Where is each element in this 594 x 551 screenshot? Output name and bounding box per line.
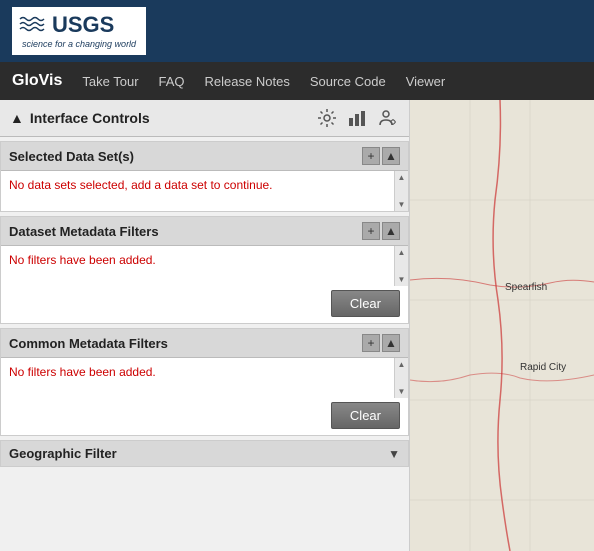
dataset-metadata-body: No filters have been added. ▲ ▼ [1, 246, 408, 286]
dataset-metadata-content: No filters have been added. [1, 246, 394, 286]
geographic-filter-title: Geographic Filter [9, 446, 117, 461]
collapse-arrow-icon: ▲ [10, 110, 24, 126]
common-metadata-body: No filters have been added. ▲ ▼ [1, 358, 408, 398]
nav-bar: GloVis Take Tour FAQ Release Notes Sourc… [0, 62, 594, 100]
common-metadata-header[interactable]: Common Metadata Filters + ▲ [1, 329, 408, 358]
common-metadata-title: Common Metadata Filters [9, 336, 168, 351]
nav-viewer[interactable]: Viewer [406, 74, 446, 89]
nav-take-tour[interactable]: Take Tour [82, 74, 138, 89]
selected-datasets-title: Selected Data Set(s) [9, 149, 134, 164]
no-datasets-message: No data sets selected, add a data set to… [9, 174, 273, 196]
usgs-tagline: science for a changing world [18, 39, 140, 51]
common-metadata-scrollbar[interactable]: ▲ ▼ [394, 358, 408, 398]
scroll-down-icon[interactable]: ▼ [398, 387, 406, 396]
nav-faq[interactable]: FAQ [159, 74, 185, 89]
common-metadata-controls: + ▲ [362, 334, 400, 352]
map-area[interactable]: Spearfish Rapid City [410, 100, 594, 551]
clear-dataset-metadata-button[interactable]: Clear [331, 290, 400, 317]
collapse-dataset-metadata-button[interactable]: ▲ [382, 222, 400, 240]
dataset-metadata-section: Dataset Metadata Filters + ▲ No filters … [0, 216, 409, 324]
selected-datasets-body: No data sets selected, add a data set to… [1, 171, 408, 211]
usgs-waves-icon [18, 11, 46, 39]
geographic-filter-section: Geographic Filter ▼ [0, 440, 409, 467]
usgs-header: USGS science for a changing world [0, 0, 594, 62]
scroll-up-icon[interactable]: ▲ [398, 360, 406, 369]
scroll-down-icon[interactable]: ▼ [398, 200, 406, 209]
scroll-up-icon[interactable]: ▲ [398, 248, 406, 257]
scroll-up-icon[interactable]: ▲ [398, 173, 406, 182]
selected-datasets-scrollbar[interactable]: ▲ ▼ [394, 171, 408, 211]
dataset-metadata-scrollbar[interactable]: ▲ ▼ [394, 246, 408, 286]
selected-datasets-content: No data sets selected, add a data set to… [1, 171, 394, 211]
no-dataset-filters-message: No filters have been added. [9, 249, 156, 271]
svg-text:Rapid City: Rapid City [520, 362, 566, 373]
collapse-common-metadata-button[interactable]: ▲ [382, 334, 400, 352]
dropdown-arrow-icon: ▼ [388, 447, 400, 461]
dataset-metadata-footer: Clear [1, 286, 408, 323]
common-metadata-section: Common Metadata Filters + ▲ No filters h… [0, 328, 409, 436]
selected-datasets-controls: + ▲ [362, 147, 400, 165]
add-common-metadata-button[interactable]: + [362, 334, 380, 352]
add-dataset-metadata-button[interactable]: + [362, 222, 380, 240]
nav-release-notes[interactable]: Release Notes [205, 74, 290, 89]
selected-datasets-section: Selected Data Set(s) + ▲ No data sets se… [0, 141, 409, 212]
header-icons [315, 106, 399, 130]
selected-datasets-header[interactable]: Selected Data Set(s) + ▲ [1, 142, 408, 171]
settings-wheel-icon[interactable] [315, 106, 339, 130]
common-metadata-content: No filters have been added. [1, 358, 394, 398]
dataset-metadata-controls: + ▲ [362, 222, 400, 240]
dataset-metadata-title: Dataset Metadata Filters [9, 224, 159, 239]
main-area: ▲ Interface Controls [0, 100, 594, 551]
common-metadata-footer: Clear [1, 398, 408, 435]
collapse-dataset-button[interactable]: ▲ [382, 147, 400, 165]
interface-controls-title: ▲ Interface Controls [10, 110, 150, 126]
user-settings-icon[interactable] [375, 106, 399, 130]
svg-text:Spearfish: Spearfish [505, 282, 547, 293]
clear-common-metadata-button[interactable]: Clear [331, 402, 400, 429]
geographic-filter-header[interactable]: Geographic Filter ▼ [1, 441, 408, 466]
interface-controls-header[interactable]: ▲ Interface Controls [0, 100, 409, 137]
scroll-down-icon[interactable]: ▼ [398, 275, 406, 284]
left-panel: ▲ Interface Controls [0, 100, 410, 551]
no-common-filters-message: No filters have been added. [9, 361, 156, 383]
interface-controls-label: Interface Controls [30, 110, 150, 126]
nav-source-code[interactable]: Source Code [310, 74, 386, 89]
add-dataset-button[interactable]: + [362, 147, 380, 165]
usgs-logo-box: USGS science for a changing world [12, 7, 146, 55]
nav-brand: GloVis [12, 72, 62, 90]
dataset-metadata-header[interactable]: Dataset Metadata Filters + ▲ [1, 217, 408, 246]
bar-chart-icon[interactable] [345, 106, 369, 130]
map-svg: Spearfish Rapid City [410, 100, 594, 551]
usgs-logo: USGS science for a changing world [12, 7, 146, 55]
usgs-logo-text: USGS [48, 12, 118, 38]
